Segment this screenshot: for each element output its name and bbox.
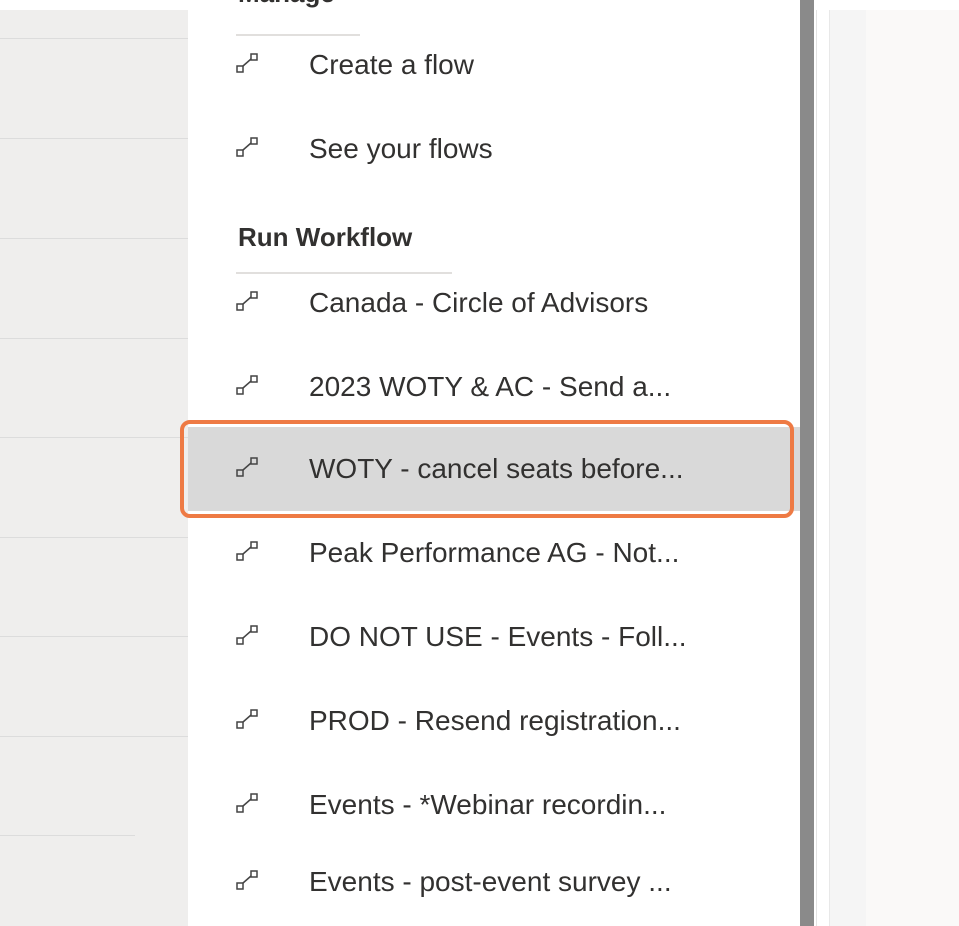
- menu-item-flow-selected[interactable]: WOTY - cancel seats before...: [188, 427, 800, 511]
- row-divider: [0, 835, 135, 836]
- side-strip: [829, 10, 866, 926]
- background-list-area: [0, 10, 188, 926]
- menu-item-label: Events - *Webinar recordin...: [309, 789, 667, 820]
- flow-icon: [236, 793, 258, 813]
- menu-item-label: Create a flow: [309, 49, 474, 80]
- row-divider: [0, 537, 188, 538]
- menu-item-label: PROD - Resend registration...: [309, 705, 681, 736]
- row-divider: [0, 437, 188, 438]
- flow-icon: [236, 870, 258, 890]
- menu-item-flow[interactable]: Canada - Circle of Advisors: [188, 261, 800, 345]
- flow-icon: [236, 375, 258, 395]
- menu-item-flow[interactable]: Peak Performance AG - Not...: [188, 511, 800, 595]
- flow-icon: [236, 541, 258, 561]
- menu-item-label: WOTY - cancel seats before...: [309, 453, 684, 484]
- flow-icon: [236, 625, 258, 645]
- menu-item-label: 2023 WOTY & AC - Send a...: [309, 371, 672, 402]
- row-divider: [0, 736, 188, 737]
- row-divider: [0, 338, 188, 339]
- menu-item-label: Events - post-event survey ...: [309, 866, 672, 897]
- panel-gap: [816, 10, 829, 926]
- menu-item-see-flows[interactable]: See your flows: [188, 107, 800, 191]
- menu-item-label: Canada - Circle of Advisors: [309, 287, 649, 318]
- row-divider: [0, 238, 188, 239]
- row-divider: [0, 138, 188, 139]
- menu-item-flow[interactable]: Events - post-event survey ...: [188, 840, 800, 924]
- flow-dropdown-menu: Manage Create a flow See your flows Run …: [188, 0, 800, 926]
- flow-icon: [236, 709, 258, 729]
- section-heading-run-workflow: Run Workflow: [238, 222, 413, 252]
- section-heading-manage: Manage: [238, 0, 335, 9]
- flow-icon: [236, 291, 258, 311]
- menu-item-label: Peak Performance AG - Not...: [309, 537, 680, 568]
- menu-item-flow[interactable]: Events - *Webinar recordin...: [188, 763, 800, 847]
- flow-icon: [236, 457, 258, 477]
- menu-item-flow[interactable]: 2023 WOTY & AC - Send a...: [188, 345, 800, 429]
- scrollbar-thumb[interactable]: [800, 0, 814, 926]
- menu-item-create-flow[interactable]: Create a flow: [188, 23, 800, 107]
- flow-icon: [236, 137, 258, 157]
- row-divider: [0, 38, 188, 39]
- menu-item-flow[interactable]: DO NOT USE - Events - Foll...: [188, 595, 800, 679]
- menu-item-label: See your flows: [309, 133, 493, 164]
- right-panel: [866, 10, 959, 926]
- menu-item-label: DO NOT USE - Events - Foll...: [309, 621, 687, 652]
- row-divider: [0, 636, 188, 637]
- menu-item-flow[interactable]: PROD - Resend registration...: [188, 679, 800, 763]
- flow-icon: [236, 53, 258, 73]
